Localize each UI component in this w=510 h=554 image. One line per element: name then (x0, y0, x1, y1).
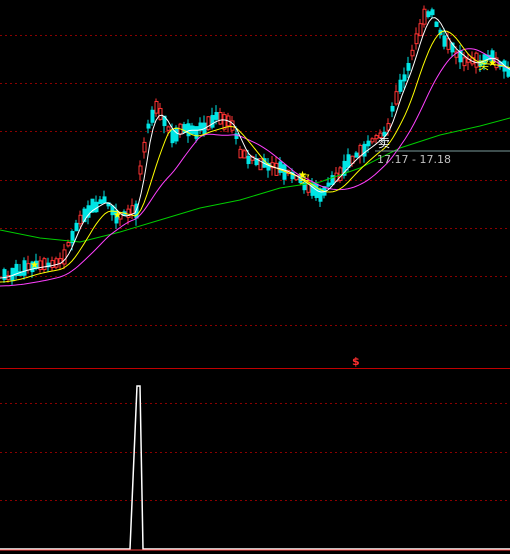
candle-body (242, 150, 247, 159)
candle-body (22, 260, 27, 276)
candle-body (430, 9, 435, 16)
candle-body (42, 258, 47, 270)
candle-body (218, 112, 223, 125)
candle-body (66, 241, 71, 247)
candle-body (274, 162, 279, 176)
marker-star-icon: ★ (488, 58, 497, 69)
candle-body (442, 35, 447, 47)
candlesticks (2, 5, 510, 285)
candle-body (462, 57, 467, 67)
sell-signal-label: 卖 (378, 136, 391, 150)
price-range-label: 17.17 - 17.18 (377, 153, 451, 166)
candle-body (54, 258, 59, 268)
candle-body (146, 123, 151, 129)
candle-body (170, 130, 175, 144)
candle-body (154, 100, 159, 114)
buy-signal-label: 买 (299, 173, 310, 186)
candle-body (238, 148, 243, 159)
candle-body (394, 91, 399, 105)
candle-body (402, 74, 407, 82)
candle-body (38, 260, 43, 271)
candle-body (410, 49, 415, 57)
candle-body (102, 196, 107, 204)
candle-body (326, 182, 331, 187)
candle-body (62, 249, 67, 265)
candle-body (78, 214, 83, 225)
candle-body (194, 126, 199, 139)
candle-body (362, 143, 367, 157)
candle-body (278, 161, 283, 173)
candle-body (138, 165, 143, 175)
moving-average-white (0, 17, 510, 279)
candle-body (210, 114, 215, 128)
candle-body (390, 105, 395, 112)
candle-body (166, 126, 171, 131)
candle-body (422, 8, 427, 25)
moving-average-magenta (0, 48, 510, 287)
signal-spike (0, 385, 510, 550)
candle-body (74, 222, 79, 232)
candle-body (206, 116, 211, 130)
candle-body (346, 154, 351, 168)
panel-marker: $ (352, 355, 360, 368)
candle-body (246, 155, 251, 165)
candle-body (426, 11, 431, 18)
candle-body (418, 23, 423, 37)
candle-body (434, 21, 439, 28)
candle-body (354, 152, 359, 158)
candle-body (158, 107, 163, 120)
candle-body (174, 127, 179, 142)
candle-body (406, 62, 411, 71)
candle-body (358, 144, 363, 157)
candle-body (370, 138, 375, 143)
marker-star-icon: ★ (113, 210, 122, 221)
candle-body (130, 205, 135, 215)
candle-body (414, 33, 419, 45)
marker-star-icon: ★ (30, 260, 39, 271)
candle-body (98, 199, 103, 204)
candle-body (366, 140, 371, 147)
candle-body (398, 79, 403, 92)
candle-body (150, 109, 155, 123)
buy-signal-label-2: 买 (478, 59, 489, 72)
stock-chart[interactable]: ★★★★ (0, 0, 510, 554)
candle-body (214, 112, 219, 120)
candle-body (142, 141, 147, 153)
candle-body (50, 260, 55, 268)
